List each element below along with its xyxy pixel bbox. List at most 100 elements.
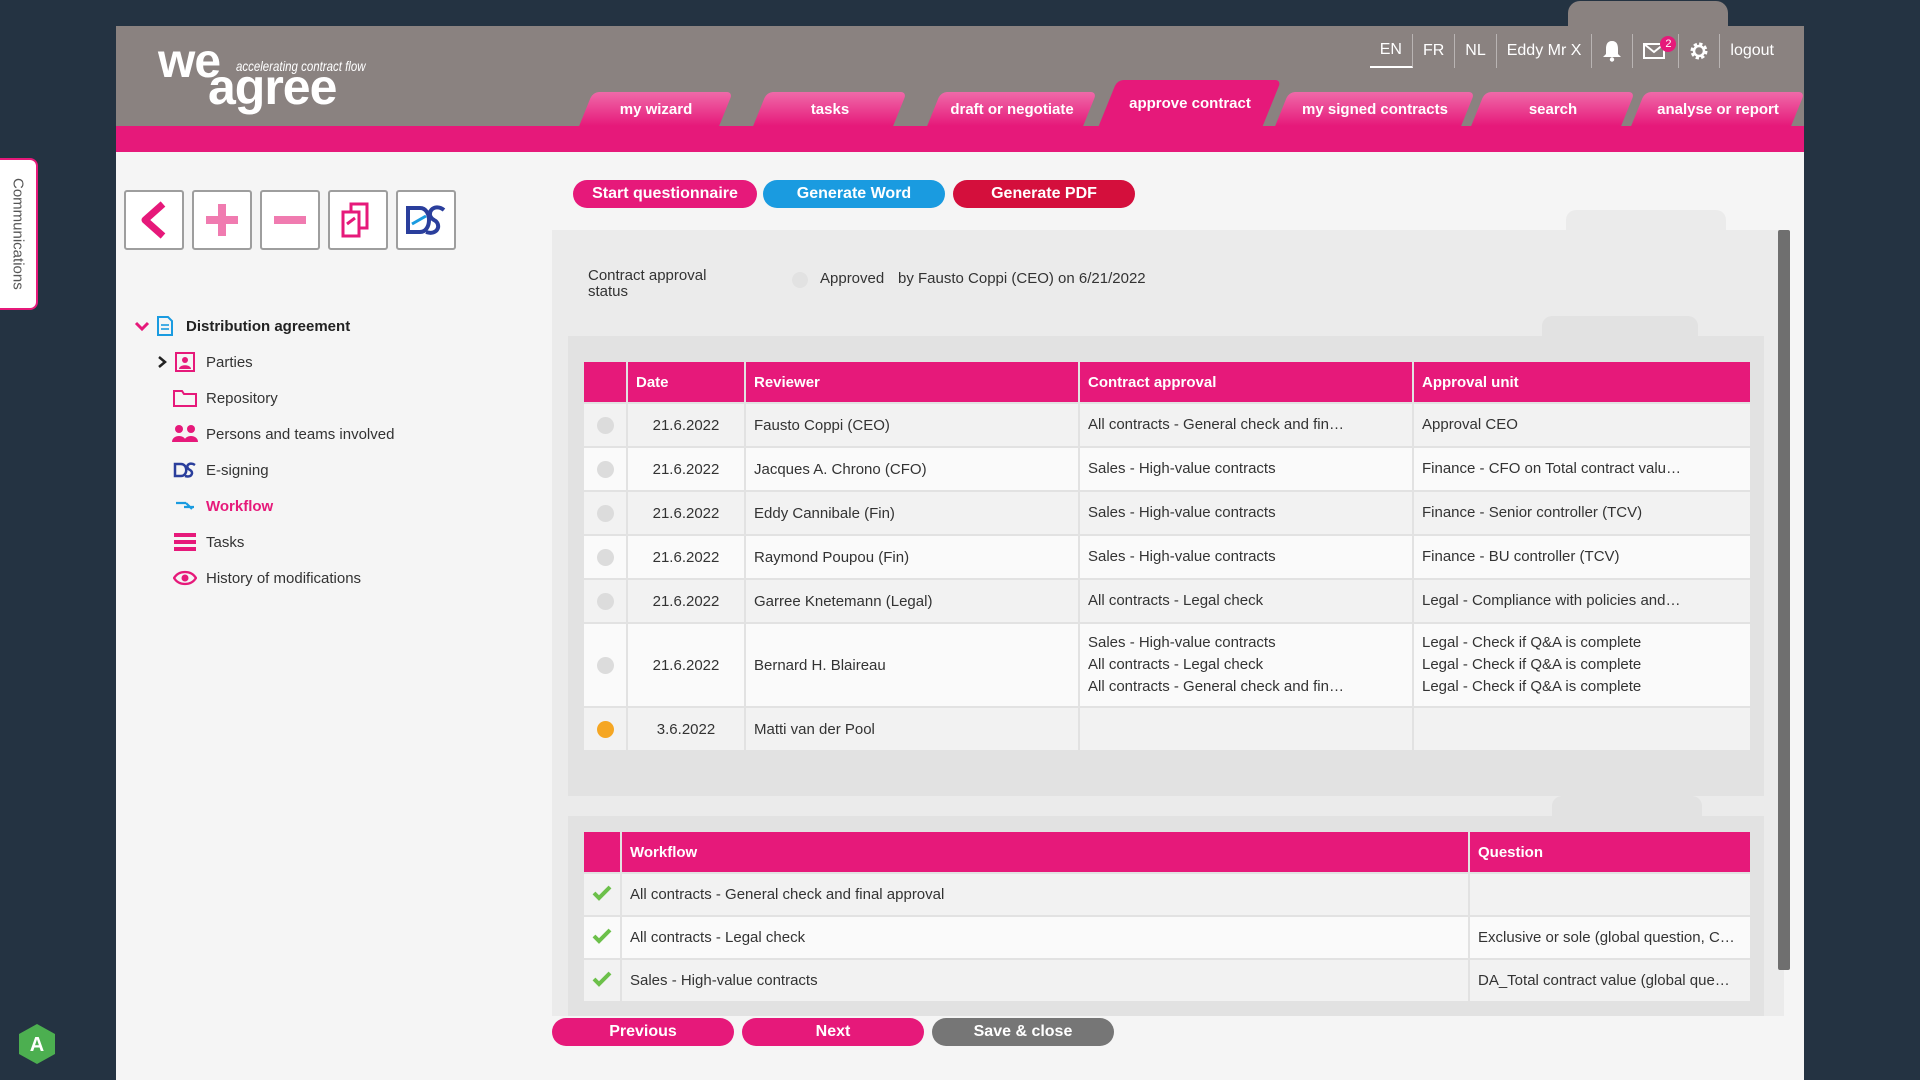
lang-nl[interactable]: NL — [1455, 34, 1497, 68]
duplicate-button[interactable] — [328, 190, 388, 250]
tab-search[interactable]: search — [1478, 92, 1628, 126]
top-bar: EN FR NL Eddy Mr X 2 logout — [1369, 34, 1784, 68]
workflow-table: Workflow Question All contracts - Genera… — [582, 830, 1752, 1003]
generate-pdf-button[interactable]: Generate PDF — [953, 180, 1135, 208]
table-row[interactable]: 21.6.2022 Fausto Coppi (CEO) All contracts… — [584, 404, 1750, 446]
communications-side-tab[interactable]: Communications — [0, 158, 38, 310]
col-reviewer[interactable]: Reviewer — [746, 362, 1078, 402]
date-cell: 21.6.2022 — [628, 404, 744, 446]
chevron-left-icon — [141, 201, 166, 239]
reviewers-table: Date Reviewer Contract approval Approval… — [582, 360, 1752, 752]
start-questionnaire-button[interactable]: Start questionnaire — [573, 180, 757, 208]
reviewer-cell: Matti van der Pool — [746, 708, 1078, 750]
approval-panel: Contract approval status Approved by Fau… — [552, 230, 1784, 1016]
approval-cell — [1080, 708, 1412, 750]
logout-link[interactable]: logout — [1720, 34, 1784, 68]
generate-word-button[interactable]: Generate Word — [763, 180, 945, 208]
message-count-badge: 2 — [1660, 36, 1677, 52]
row-status-cell — [584, 624, 626, 706]
table-row[interactable]: 21.6.2022 Eddy Cannibale (Fin) Sales - Hig… — [584, 492, 1750, 534]
col-question[interactable]: Question — [1470, 832, 1750, 872]
lang-en[interactable]: EN — [1369, 34, 1413, 68]
remove-button[interactable] — [260, 190, 320, 250]
approval-cell: Sales - High-value contracts — [1080, 492, 1412, 534]
check-icon — [592, 885, 612, 901]
weagree-logo[interactable]: we accelerating contract flow agree — [158, 38, 398, 118]
tab-approve-contract[interactable]: approve contract — [1108, 80, 1272, 126]
app-window: we accelerating contract flow agree EN F… — [116, 1, 1804, 1080]
previous-button[interactable]: Previous — [552, 1018, 734, 1046]
table-row[interactable]: 21.6.2022 Raymond Poupou (Fin) Sales - Hig… — [584, 536, 1750, 578]
tree-item-tasks[interactable]: Tasks — [132, 524, 394, 560]
tree-item-e-signing[interactable]: E-signing — [132, 452, 394, 488]
user-name[interactable]: Eddy Mr X — [1497, 34, 1593, 68]
tree-item-parties[interactable]: Parties — [132, 344, 394, 380]
table-row[interactable]: 21.6.2022 Jacques A. Chrono (CFO) Sales - … — [584, 448, 1750, 490]
workflow-subpanel: Workflow Question All contracts - Genera… — [568, 816, 1764, 1016]
save-close-button[interactable]: Save & close — [932, 1018, 1114, 1046]
minus-icon — [274, 216, 306, 224]
workflow-cell: All contracts - General check and final … — [622, 874, 1468, 915]
unit-cell: Finance - BU controller (TCV) — [1414, 536, 1750, 578]
approval-line: All contracts - Legal check — [1088, 592, 1264, 609]
approval-status-by: by Fausto Coppi (CEO) on 6/21/2022 — [898, 270, 1146, 287]
tab-tasks[interactable]: tasks — [760, 92, 900, 126]
tree-item-history[interactable]: History of modifications — [132, 560, 394, 596]
chevron-right-icon[interactable] — [156, 355, 168, 369]
table-row[interactable]: 3.6.2022 Matti van der Pool — [584, 708, 1750, 750]
tab-my-signed-contracts[interactable]: my signed contracts — [1282, 92, 1468, 126]
add-button[interactable] — [192, 190, 252, 250]
next-button[interactable]: Next — [742, 1018, 924, 1046]
approval-line: All contracts - General check and fin… — [1088, 416, 1344, 433]
contract-tree: Distribution agreement Parties Repositor… — [132, 308, 394, 596]
status-dot — [596, 504, 614, 522]
check-cell — [584, 917, 620, 958]
workflow-icon — [176, 501, 194, 510]
settings-button[interactable] — [1679, 34, 1721, 68]
chevron-down-icon[interactable] — [134, 320, 150, 332]
table-row[interactable]: Sales - High-value contracts DA_Total con… — [584, 960, 1750, 1001]
plus-icon — [206, 204, 238, 236]
panel-top-tab — [1566, 210, 1726, 232]
unit-cell: Legal - Check if Q&A is complete Legal - … — [1414, 624, 1750, 706]
panel-scrollbar[interactable] — [1778, 230, 1790, 970]
tree-root-distribution-agreement[interactable]: Distribution agreement — [132, 308, 394, 344]
table-row[interactable]: All contracts - Legal check Exclusive or … — [584, 917, 1750, 958]
esign-small-icon — [173, 462, 196, 478]
back-button[interactable] — [124, 190, 184, 250]
unit-cell: Approval CEO — [1414, 404, 1750, 446]
col-approval-unit[interactable]: Approval unit — [1414, 362, 1750, 402]
tab-draft-or-negotiate[interactable]: draft or negotiate — [934, 92, 1090, 126]
table-row[interactable]: 21.6.2022 Garree Knetemann (Legal) All con… — [584, 580, 1750, 622]
check-icon — [592, 971, 612, 987]
approval-line: All contracts - Legal check — [1088, 656, 1264, 673]
hex-badge-icon[interactable]: A — [17, 1022, 57, 1066]
status-dot — [596, 548, 614, 566]
table-row[interactable]: All contracts - General check and final … — [584, 874, 1750, 915]
unit-cell: Finance - CFO on Total contract valu… — [1414, 448, 1750, 490]
reviewer-cell: Bernard H. Blaireau — [746, 624, 1078, 706]
tree-item-workflow[interactable]: Workflow — [132, 488, 394, 524]
unit-line: Legal - Compliance with policies and… — [1422, 592, 1681, 609]
workflow-cell: Sales - High-value contracts — [622, 960, 1468, 1001]
unit-line: Legal - Check if Q&A is complete — [1422, 656, 1642, 673]
question-cell: Exclusive or sole (global question, C… — [1470, 917, 1750, 958]
tab-analyse-or-report[interactable]: analyse or report — [1638, 92, 1798, 126]
tab-my-wizard[interactable]: my wizard — [586, 92, 726, 126]
workflow-subpanel-tab — [1552, 796, 1702, 818]
messages-button[interactable]: 2 — [1633, 34, 1680, 68]
bell-icon — [1603, 41, 1622, 62]
table-row[interactable]: 21.6.2022 Bernard H. Blaireau Sales - High… — [584, 624, 1750, 706]
col-contract-approval[interactable]: Contract approval — [1080, 362, 1412, 402]
eye-icon — [173, 570, 197, 586]
esign-button[interactable] — [396, 190, 456, 250]
col-workflow[interactable]: Workflow — [622, 832, 1468, 872]
tree-item-persons-teams[interactable]: Persons and teams involved — [132, 416, 394, 452]
unit-line: Legal - Check if Q&A is complete — [1422, 678, 1642, 695]
col-date[interactable]: Date — [628, 362, 744, 402]
workflow-cell: All contracts - Legal check — [622, 917, 1468, 958]
notifications-button[interactable] — [1592, 34, 1634, 68]
tree-item-repository[interactable]: Repository — [132, 380, 394, 416]
question-cell: DA_Total contract value (global que… — [1470, 960, 1750, 1001]
lang-fr[interactable]: FR — [1413, 34, 1456, 68]
